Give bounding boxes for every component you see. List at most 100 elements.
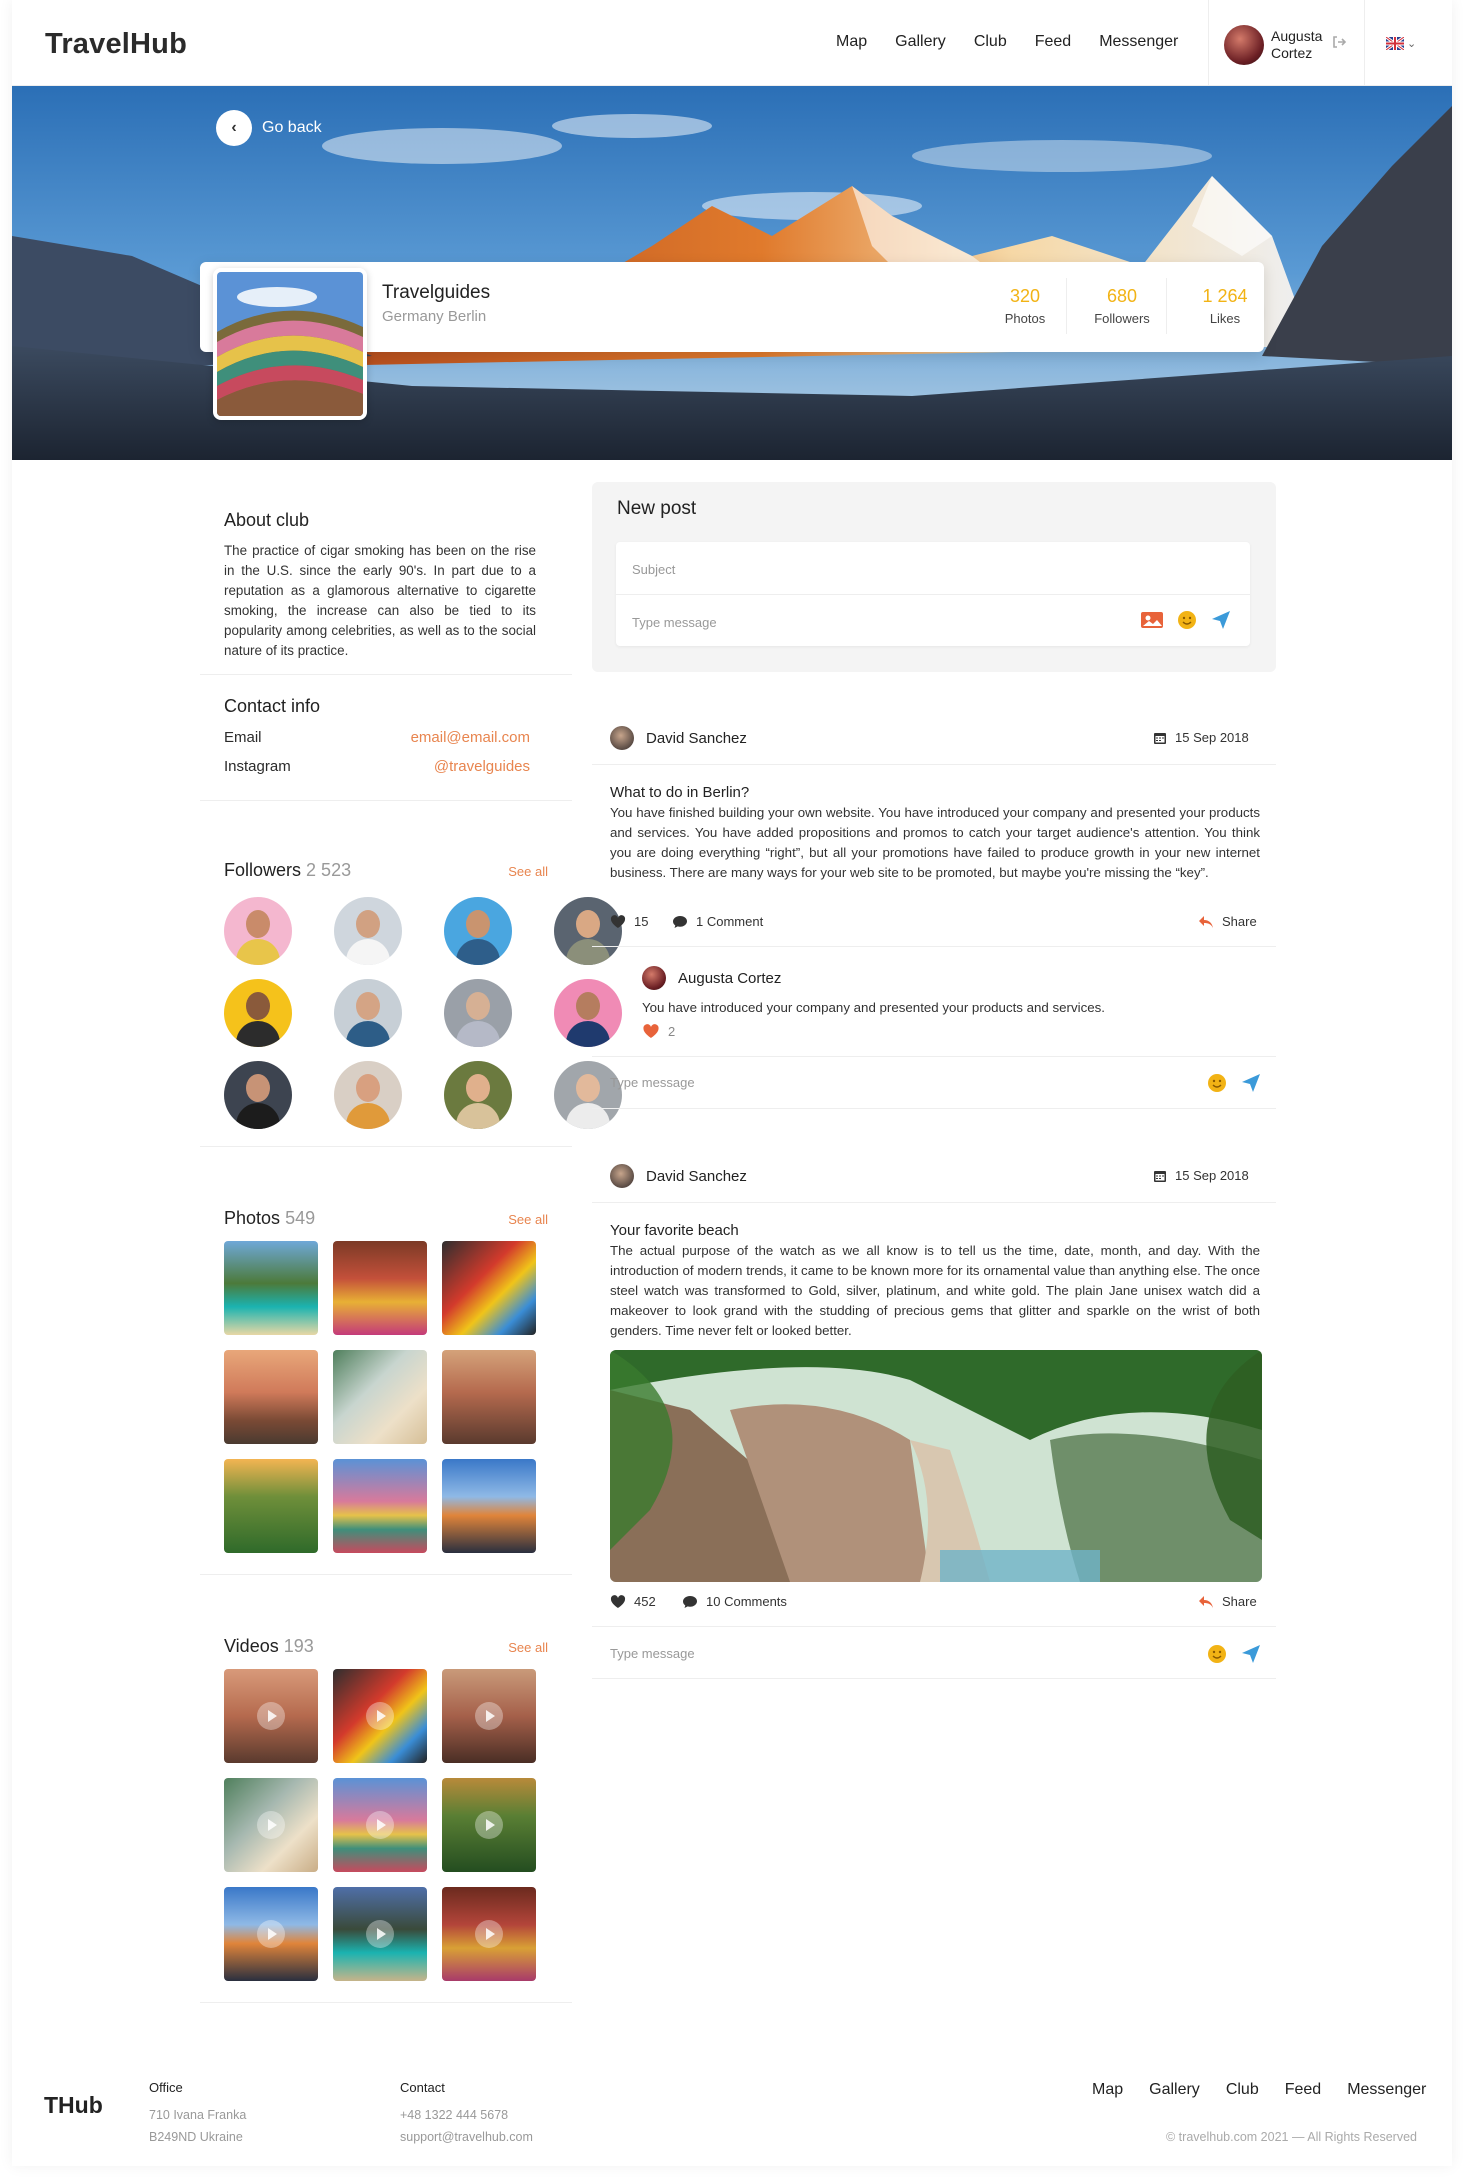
share-button[interactable]: Share <box>1198 914 1257 929</box>
likes-count: 15 <box>634 914 649 929</box>
video-thumbnail[interactable] <box>333 1778 427 1872</box>
heart-icon <box>643 1024 659 1038</box>
subject-input[interactable]: Subject <box>632 562 675 577</box>
language-chevron-down-icon[interactable]: ⌄ <box>1407 37 1416 50</box>
post-comments[interactable]: 1 Comment <box>672 914 763 929</box>
user-avatar[interactable] <box>1224 25 1264 65</box>
photo-thumbnail[interactable] <box>333 1459 427 1553</box>
photo-thumbnail[interactable] <box>224 1459 318 1553</box>
footer-nav-club[interactable]: Club <box>1226 2081 1259 2099</box>
footer-nav-gallery[interactable]: Gallery <box>1149 2081 1200 2099</box>
go-back-label: Go back <box>262 119 322 136</box>
reply-avatar <box>642 966 666 990</box>
follower-avatar[interactable] <box>554 1061 622 1129</box>
follower-avatar[interactable] <box>444 897 512 965</box>
follower-avatar[interactable] <box>554 897 622 965</box>
uk-flag-icon[interactable] <box>1386 37 1404 50</box>
nav-map[interactable]: Map <box>836 33 867 51</box>
post-author[interactable]: David Sanchez <box>610 726 747 750</box>
post-date-text: 15 Sep 2018 <box>1175 730 1249 745</box>
post-image[interactable] <box>610 1350 1262 1582</box>
video-thumbnail[interactable] <box>224 1669 318 1763</box>
photo-thumbnail[interactable] <box>333 1241 427 1335</box>
photo-thumbnail[interactable] <box>333 1350 427 1444</box>
video-thumbnail[interactable] <box>333 1887 427 1981</box>
emoji-icon[interactable] <box>1207 1644 1227 1664</box>
stat-followers-value: 680 <box>1106 286 1138 306</box>
send-icon[interactable] <box>1241 1073 1261 1093</box>
instagram-link[interactable]: @travelguides <box>434 758 530 775</box>
footer-nav-feed[interactable]: Feed <box>1285 2081 1321 2099</box>
photo-thumbnail[interactable] <box>442 1350 536 1444</box>
email-link[interactable]: email@email.com <box>411 729 530 746</box>
stat-followers[interactable]: 680 Followers <box>1077 286 1167 326</box>
video-thumbnail[interactable] <box>333 1669 427 1763</box>
nav-feed[interactable]: Feed <box>1035 33 1071 51</box>
footer-nav-messenger[interactable]: Messenger <box>1347 2081 1426 2099</box>
send-icon[interactable] <box>1211 610 1231 630</box>
page: TravelHub Map Gallery Club Feed Messenge… <box>12 0 1452 2166</box>
video-thumbnail[interactable] <box>224 1887 318 1981</box>
reply-likes[interactable]: 2 <box>642 1024 675 1039</box>
share-button[interactable]: Share <box>1198 1594 1257 1609</box>
photo-thumbnail[interactable] <box>442 1459 536 1553</box>
user-name[interactable]: Augusta Cortez <box>1271 28 1322 62</box>
video-thumbnail[interactable] <box>442 1887 536 1981</box>
footer: THub Office 710 Ivana Franka B249ND Ukra… <box>12 2050 1452 2166</box>
play-icon <box>257 1702 285 1730</box>
follower-avatar[interactable] <box>444 1061 512 1129</box>
message-input[interactable]: Type message <box>632 615 717 630</box>
footer-phone[interactable]: +48 1322 444 5678 <box>400 2104 533 2126</box>
contact-label: Instagram <box>224 758 291 775</box>
video-thumbnail[interactable] <box>442 1669 536 1763</box>
comment-input[interactable]: Type message <box>610 1075 695 1090</box>
footer-contact-details: +48 1322 444 5678 support@travelhub.com <box>400 2104 533 2148</box>
logout-icon[interactable] <box>1331 34 1347 50</box>
nav-messenger[interactable]: Messenger <box>1099 33 1178 51</box>
photo-thumbnail[interactable] <box>224 1350 318 1444</box>
follower-avatar[interactable] <box>334 897 402 965</box>
nav-gallery[interactable]: Gallery <box>895 33 946 51</box>
post-likes[interactable]: 452 <box>610 1594 656 1609</box>
user-menu[interactable]: Augusta Cortez <box>1208 0 1365 86</box>
image-icon[interactable] <box>1140 610 1164 630</box>
post-author[interactable]: David Sanchez <box>610 1164 747 1188</box>
user-first-name: Augusta <box>1271 28 1323 44</box>
chevron-left-icon: ‹ <box>216 110 252 146</box>
emoji-icon[interactable] <box>1177 610 1197 630</box>
followers-see-all-link[interactable]: See all <box>508 864 548 879</box>
nav-club[interactable]: Club <box>974 33 1007 51</box>
send-icon[interactable] <box>1241 1644 1261 1664</box>
divider <box>592 764 1276 765</box>
share-icon <box>1199 1595 1213 1608</box>
photo-thumbnail[interactable] <box>224 1241 318 1335</box>
footer-logo[interactable]: THub <box>44 2092 103 2119</box>
comment-input[interactable]: Type message <box>610 1646 695 1661</box>
go-back-button[interactable]: ‹ Go back <box>216 110 322 146</box>
footer-email[interactable]: support@travelhub.com <box>400 2126 533 2148</box>
photo-thumbnail[interactable] <box>442 1241 536 1335</box>
follower-avatar[interactable] <box>444 979 512 1047</box>
follower-avatar[interactable] <box>334 1061 402 1129</box>
post-title: What to do in Berlin? <box>610 784 750 801</box>
videos-see-all-link[interactable]: See all <box>508 1640 548 1655</box>
stat-photos[interactable]: 320 Photos <box>980 286 1070 326</box>
post-body: You have finished building your own webs… <box>610 805 1260 880</box>
follower-avatar[interactable] <box>334 979 402 1047</box>
footer-nav-map[interactable]: Map <box>1092 2081 1123 2099</box>
follower-avatar[interactable] <box>224 1061 292 1129</box>
follower-avatar[interactable] <box>554 979 622 1047</box>
video-thumbnail[interactable] <box>442 1778 536 1872</box>
reply-author[interactable]: Augusta Cortez <box>642 966 781 990</box>
follower-avatar[interactable] <box>224 897 292 965</box>
logo[interactable]: TravelHub <box>45 28 187 61</box>
follower-avatar[interactable] <box>224 979 292 1047</box>
video-thumbnail[interactable] <box>224 1778 318 1872</box>
emoji-icon[interactable] <box>1207 1073 1227 1093</box>
stat-likes[interactable]: 1 264 Likes <box>1180 286 1270 326</box>
photos-see-all-link[interactable]: See all <box>508 1212 548 1227</box>
post-likes[interactable]: 15 <box>610 914 648 929</box>
author-avatar <box>610 1164 634 1188</box>
club-avatar[interactable] <box>213 268 367 420</box>
post-comments[interactable]: 10 Comments <box>682 1594 787 1609</box>
